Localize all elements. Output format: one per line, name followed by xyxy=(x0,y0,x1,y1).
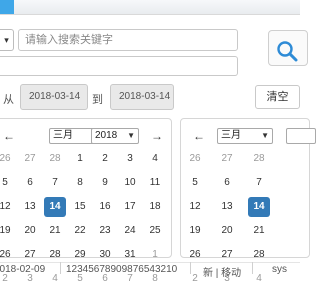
calendar-day[interactable]: 6 xyxy=(19,173,41,193)
calendar-day-selected[interactable]: 14 xyxy=(44,197,66,217)
year-select-value: 2018 xyxy=(95,130,118,141)
next-month-arrow-icon[interactable]: → xyxy=(151,129,163,143)
year-select[interactable]: 2018 ▼ xyxy=(91,128,139,144)
search-icon xyxy=(277,41,298,62)
search-type-select[interactable]: ▾ xyxy=(0,29,14,51)
calendar-day[interactable]: 20 xyxy=(19,221,41,241)
calendar-day[interactable]: 3 xyxy=(119,149,141,169)
calendar-day-other-month[interactable]: 28 xyxy=(248,149,270,169)
footer-date: 2018-02-09 xyxy=(0,264,46,275)
footer-separator xyxy=(252,262,253,274)
footer-tail: sys xyxy=(272,264,287,275)
calendar-day-other-month[interactable]: 27 xyxy=(19,149,41,169)
calendar-right: ← 三月 ▼ 26 27 28 5 6 7 12 13 14 19 20 21 26 27 28 2 3 4 xyxy=(180,118,316,284)
calendar-day-other-month[interactable]: 28 xyxy=(44,149,66,169)
calendar-day[interactable]: 2 xyxy=(94,149,116,169)
from-label: 从 xyxy=(3,94,14,106)
calendar-day-other-month[interactable]: 27 xyxy=(216,149,238,169)
calendar-day[interactable]: 4 xyxy=(144,149,166,169)
footer-divider xyxy=(0,262,300,263)
footer-number: 12345678909876543210 xyxy=(66,264,178,275)
calendar-day[interactable]: 13 xyxy=(216,197,238,217)
top-bar-accent xyxy=(0,0,14,14)
calendar-day-selected[interactable]: 14 xyxy=(248,197,270,217)
calendar-day[interactable]: 5 xyxy=(0,173,16,193)
calendar-day[interactable]: 12 xyxy=(0,197,16,217)
calendar-day[interactable]: 5 xyxy=(184,173,206,193)
top-bar-track xyxy=(14,0,300,14)
prev-month-arrow-icon[interactable]: ← xyxy=(193,129,205,143)
calendar-day[interactable]: 25 xyxy=(144,221,166,241)
month-select-value: 三月 xyxy=(221,130,241,141)
month-select-value: 三月 xyxy=(53,130,73,141)
calendar-left: ← 三月▼ 2018▼ → 26272812345678910111213141… xyxy=(0,118,172,284)
footer-separator xyxy=(60,262,61,274)
calendar-day-other-month[interactable]: 26 xyxy=(184,149,206,169)
footer-separator xyxy=(190,262,191,274)
date-from-field[interactable]: 2018-03-14 xyxy=(20,84,88,110)
calendar-left-header: ← 三月 ▼ 2018 ▼ → xyxy=(0,127,171,147)
calendar-day[interactable]: 1 xyxy=(69,149,91,169)
calendar-day[interactable]: 6 xyxy=(216,173,238,193)
calendar-day[interactable]: 15 xyxy=(69,197,91,217)
calendar-day[interactable]: 17 xyxy=(119,197,141,217)
search-button[interactable] xyxy=(268,30,308,66)
calendar-day[interactable]: 19 xyxy=(184,221,206,241)
calendar-day-other-month[interactable]: 4 xyxy=(44,269,66,289)
chevron-down-icon: ▼ xyxy=(127,131,135,140)
date-to-field[interactable]: 2018-03-14 xyxy=(110,84,174,110)
calendar-day[interactable]: 9 xyxy=(94,173,116,193)
top-bar xyxy=(0,0,300,15)
prev-month-arrow-icon[interactable]: ← xyxy=(3,129,15,143)
calendar-day[interactable]: 7 xyxy=(248,173,270,193)
to-label: 到 xyxy=(92,94,103,106)
calendar-day[interactable]: 21 xyxy=(248,221,270,241)
month-select[interactable]: 三月 ▼ xyxy=(217,128,273,144)
calendar-day[interactable]: 11 xyxy=(144,173,166,193)
secondary-input[interactable] xyxy=(0,56,238,76)
calendar-day[interactable]: 22 xyxy=(69,221,91,241)
calendar-day[interactable]: 12 xyxy=(184,197,206,217)
year-select[interactable] xyxy=(286,128,316,144)
calendar-day[interactable]: 20 xyxy=(216,221,238,241)
calendar-day[interactable]: 7 xyxy=(44,173,66,193)
chevron-down-icon: ▼ xyxy=(261,131,269,140)
calendar-day[interactable]: 18 xyxy=(144,197,166,217)
search-input[interactable] xyxy=(18,29,238,51)
calendar-day[interactable]: 24 xyxy=(119,221,141,241)
calendar-day[interactable]: 23 xyxy=(94,221,116,241)
calendar-day[interactable]: 13 xyxy=(19,197,41,217)
calendar-day-other-month[interactable]: 26 xyxy=(0,149,16,169)
calendar-day[interactable]: 8 xyxy=(69,173,91,193)
calendar-day[interactable]: 21 xyxy=(44,221,66,241)
footer-status: 新 | 移动 xyxy=(203,268,242,279)
calendar-day[interactable]: 10 xyxy=(119,173,141,193)
clear-button[interactable]: 清空 xyxy=(255,85,300,109)
calendar-right-header: ← 三月 ▼ xyxy=(181,127,316,147)
calendar-day[interactable]: 19 xyxy=(0,221,16,241)
calendar-day[interactable]: 16 xyxy=(94,197,116,217)
